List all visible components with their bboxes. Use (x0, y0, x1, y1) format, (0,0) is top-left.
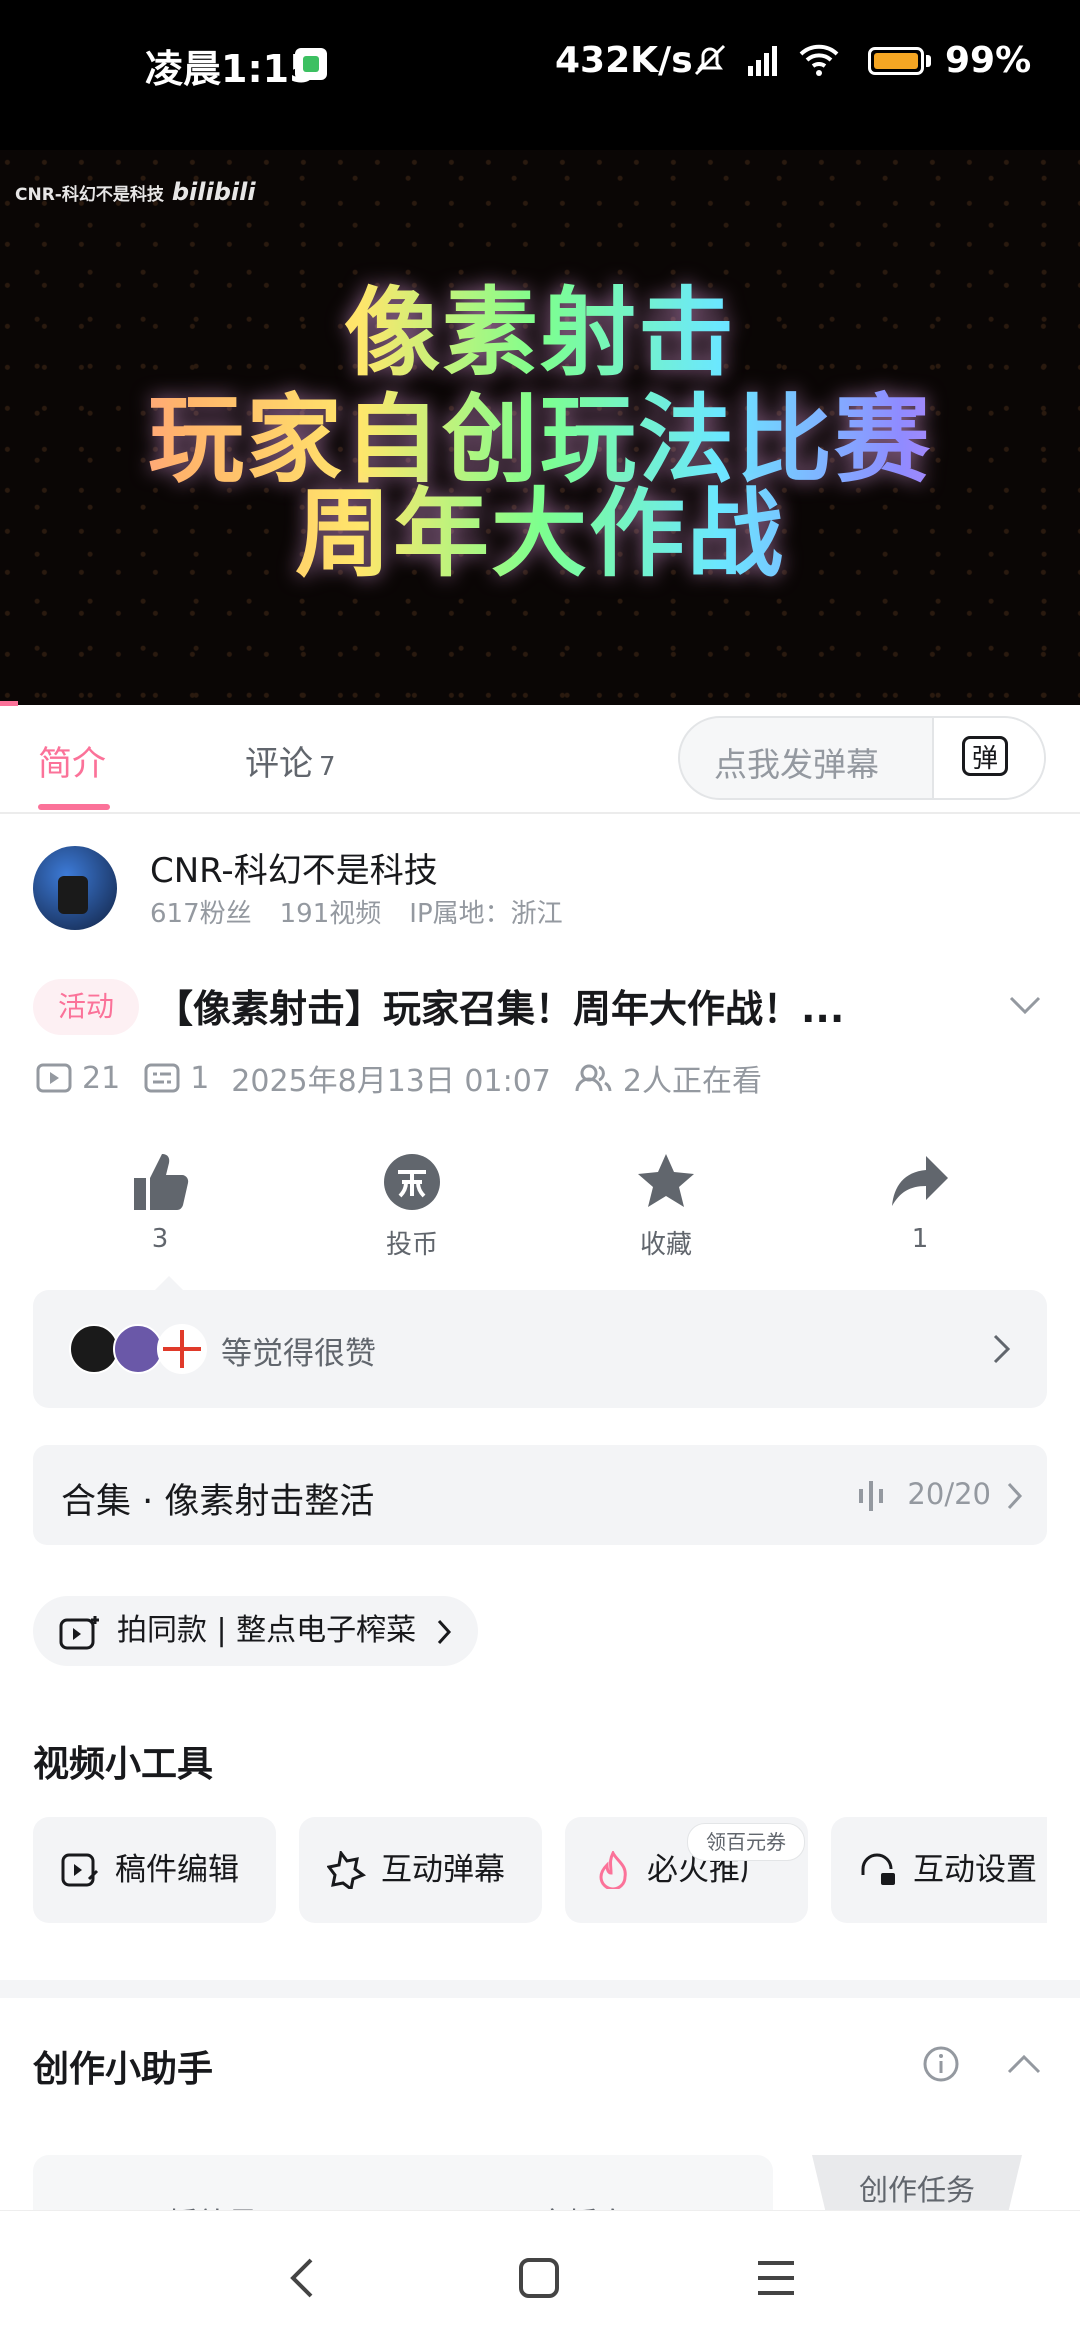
publish-date: 2025年8月13日 01:07 (231, 1064, 551, 1099)
danmaku-count-icon (144, 1063, 180, 1093)
battery-percent: 99% (945, 40, 1032, 81)
favorite-label: 收藏 (639, 1230, 692, 1260)
home-icon[interactable] (518, 2257, 560, 2299)
play-count: 21 (82, 1060, 121, 1096)
video-meta: 21 1 2025年8月13日 01:07 2人正在看 (36, 1056, 762, 1100)
camera-sparkle-icon (59, 1616, 99, 1650)
liked-by-panel[interactable]: 等觉得很赞 (33, 1276, 1047, 1408)
collection-title: 合集 · 像素射击整活 (61, 1482, 375, 1522)
uploader-name[interactable]: CNR-科幻不是科技 (150, 843, 438, 892)
coin-button[interactable]: 投币 (342, 1150, 482, 1261)
tool-interactive-danmaku-label: 互动弹幕 (381, 1852, 505, 1888)
info-icon[interactable] (922, 2045, 960, 2083)
uploader-fans: 617粉丝 (150, 899, 252, 929)
video-title[interactable]: 【像素射击】玩家召集！周年大作战！... (155, 978, 945, 1033)
status-bar: 凌晨1:15 432K/s 99% (0, 0, 1080, 150)
danmaku-count: 1 (190, 1060, 210, 1096)
uploader-stats: 617粉丝 191视频 IP属地：浙江 (150, 893, 591, 930)
status-time: 凌晨1:15 (145, 47, 316, 91)
liker-avatar (69, 1324, 119, 1374)
tab-indicator (38, 804, 110, 810)
activity-badge[interactable]: 活动 (33, 979, 139, 1035)
menu-icon[interactable] (756, 2259, 796, 2297)
watching-count: 2人正在看 (622, 1064, 762, 1099)
thumbs-up-icon (134, 1154, 189, 1210)
tool-edit-button[interactable]: 稿件编辑 (33, 1817, 276, 1923)
danmaku-placeholder: 点我发弹幕 (714, 745, 879, 784)
chevron-right-icon (1007, 1482, 1023, 1510)
bilibili-logo: bilibili (171, 178, 256, 206)
tool-interactive-settings-label: 互动设置 (913, 1852, 1037, 1888)
tool-interactive-danmaku-button[interactable]: 互动弹幕 (299, 1817, 542, 1923)
uploader-videos: 191视频 (279, 899, 382, 929)
system-nav-bar (0, 2210, 1080, 2341)
coin-icon (384, 1154, 440, 1210)
tool-edit-label: 稿件编辑 (115, 1852, 239, 1888)
battery-icon (868, 47, 924, 75)
status-icons (690, 40, 840, 80)
comments-count: 7 (319, 752, 336, 782)
share-icon (892, 1156, 948, 1206)
collection-count: 20/20 (907, 1477, 991, 1511)
share-button[interactable]: 1 (850, 1150, 990, 1254)
liker-avatar (113, 1324, 163, 1374)
favorite-button[interactable]: 收藏 (596, 1150, 736, 1261)
coupon-badge[interactable]: 领百元券 (687, 1823, 805, 1861)
section-divider (0, 1980, 1080, 1998)
liker-avatar (157, 1324, 207, 1374)
viewers-icon (575, 1064, 612, 1092)
same-style-button[interactable]: 拍同款 | 整点电子榨菜 (33, 1596, 479, 1666)
tools-heading: 视频小工具 (33, 1744, 214, 1785)
uploader-avatar[interactable] (33, 846, 117, 930)
chevron-up-icon[interactable] (1005, 2050, 1043, 2078)
tool-interactive-settings-button[interactable]: 互动设置 (831, 1817, 1047, 1923)
danmaku-icon: 弹 (962, 736, 1008, 776)
video-title-line-3: 周年大作战 (0, 456, 1080, 595)
flame-icon (599, 1851, 627, 1889)
back-icon[interactable] (285, 2256, 319, 2300)
app-notification-icon (295, 48, 327, 80)
wifi-icon (799, 44, 839, 76)
same-style-label: 拍同款 | 整点电子榨菜 (117, 1613, 417, 1648)
chevron-right-icon (993, 1334, 1011, 1364)
assistant-heading: 创作小助手 (33, 2049, 214, 2090)
chevron-down-icon[interactable] (1005, 990, 1045, 1020)
play-count-icon (36, 1063, 72, 1093)
tab-intro[interactable]: 简介 (38, 736, 106, 785)
network-speed: 432K/s (555, 40, 693, 81)
like-button[interactable]: 3 (90, 1150, 230, 1254)
star-icon (638, 1154, 694, 1207)
collection-card[interactable]: 合集 · 像素射击整活 20/20 (33, 1445, 1047, 1545)
coin-label: 投币 (385, 1230, 438, 1260)
like-count: 3 (151, 1224, 169, 1254)
uploader-ip: IP属地：浙江 (409, 899, 563, 929)
video-watermark: CNR-科幻不是科技 bilibili (15, 178, 256, 206)
signal-icon (748, 46, 777, 76)
video-player[interactable]: CNR-科幻不是科技 bilibili 像素射击 玩家自创玩法比赛 周年大作战 (0, 150, 1080, 705)
tab-bar: 简介 评论 7 点我发弹幕 弹 (0, 706, 1080, 814)
tab-comments[interactable]: 评论 7 (245, 736, 336, 785)
playlist-bars-icon (859, 1481, 883, 1511)
danmaku-input[interactable]: 点我发弹幕 弹 (678, 716, 1046, 800)
edit-video-icon (61, 1853, 99, 1887)
headset-lock-icon (861, 1853, 895, 1885)
share-count: 1 (911, 1224, 929, 1254)
chevron-right-icon (438, 1619, 452, 1645)
puzzle-icon (327, 1851, 367, 1889)
mute-icon (694, 44, 726, 76)
danmaku-toggle-button[interactable]: 弹 (932, 718, 1044, 798)
liked-by-text: 等觉得很赞 (221, 1336, 376, 1372)
